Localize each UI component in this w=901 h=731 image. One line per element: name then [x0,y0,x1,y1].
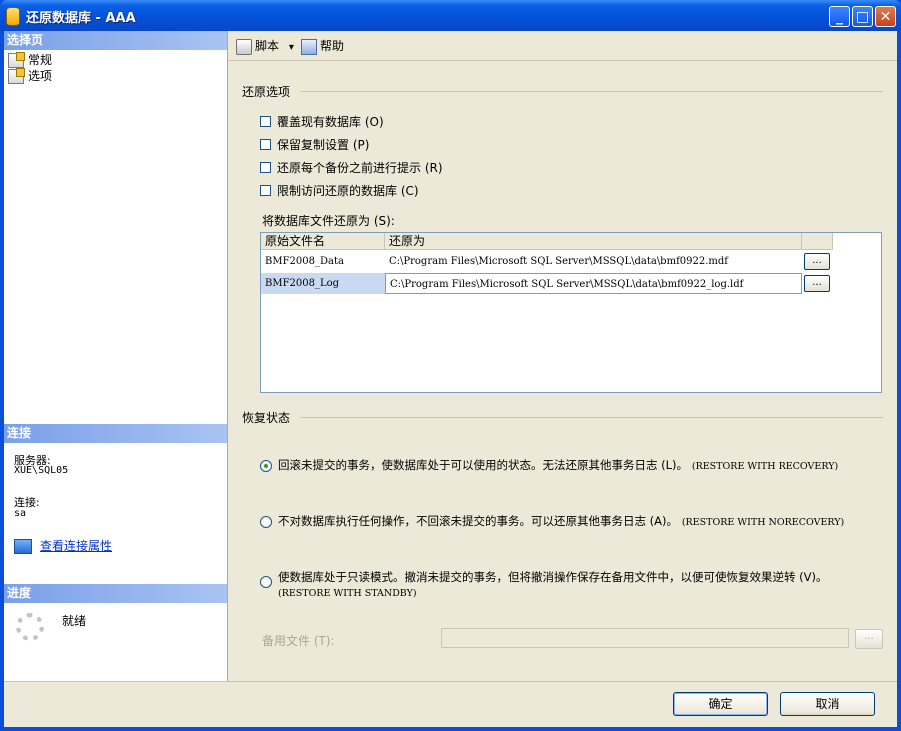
progress-status: 就绪 [62,614,87,628]
restore-options-title: 还原选项 [242,85,291,99]
radio-button[interactable] [260,576,272,588]
progress-header: 进度 [4,584,227,603]
restore-database-window: 还原数据库 - AAA _ □ ✕ 选择页 常规 选项 连接 服务器: XUE\… [0,0,901,731]
checkbox-box[interactable] [260,162,271,173]
script-label: 脚本 [255,39,280,53]
radio-restore-with-standby[interactable]: 使数据库处于只读模式。撤消未提交的事务，但将撤消操作保存在备用文件中，以便可使恢… [260,569,870,599]
option-suffix: (RESTORE WITH STANDBY) [278,588,417,599]
view-properties-link[interactable]: 查看连接属性 [40,539,112,553]
radio-button[interactable] [260,515,272,528]
option-suffix: (RESTORE WITH NORECOVERY) [681,517,845,528]
checkbox-label: 还原每个备份之前进行提示 (R) [277,161,443,175]
window-title: 还原数据库 - AAA [26,11,136,26]
option-text: 不对数据库执行任何操作，不回滚未提交的事务。可以还原其他事务日志 (A)。 [278,514,678,528]
browse-button[interactable]: ... [804,275,830,292]
maximize-button[interactable]: □ [852,6,873,27]
files-label: 将数据库文件还原为 (S): [262,214,395,228]
radio-button[interactable] [260,459,272,472]
browse-button[interactable]: ... [804,253,830,270]
page-icon [8,52,25,68]
standby-file-input[interactable] [441,628,849,648]
cell-restore-path[interactable]: C:\Program Files\Microsoft SQL Server\MS… [385,273,802,294]
chevron-down-icon[interactable]: ▾ [289,42,294,53]
page-icon [8,68,25,84]
connection-header: 连接 [4,424,227,443]
nav-item-label: 选项 [28,69,53,83]
option-text: 使数据库处于只读模式。撤消未提交的事务，但将撤消操作保存在备用文件中，以便可使恢… [278,570,828,584]
toolbar: 脚本 ▾ 帮助 [228,31,897,60]
database-icon [6,7,20,26]
radio-restore-with-recovery[interactable]: 回滚未提交的事务，使数据库处于可以使用的状态。无法还原其他事务日志 (L)。 (… [260,457,838,473]
column-header-original[interactable]: 原始文件名 [261,233,385,250]
dialog-body: 选择页 常规 选项 连接 服务器: XUE\SQL05 连接: sa 查看连接属… [4,31,897,727]
nav-item-options[interactable]: 选项 [8,68,52,84]
checkbox-overwrite[interactable]: 覆盖现有数据库 (O) [260,114,384,130]
radio-restore-with-norecovery[interactable]: 不对数据库执行任何操作，不回滚未提交的事务。可以还原其他事务日志 (A)。 (R… [260,513,844,529]
nav-item-label: 常规 [28,53,53,67]
connection-properties-icon [14,539,32,554]
column-header-browse [802,233,833,250]
option-suffix: (RESTORE WITH RECOVERY) [691,461,839,472]
close-button[interactable]: ✕ [875,6,896,27]
cancel-button[interactable]: 取消 [780,692,875,716]
help-label: 帮助 [320,39,345,53]
toolbar-divider [228,60,897,61]
checkbox-label: 保留复制设置 (P) [277,138,370,152]
progress-spinner-icon [16,613,44,641]
standby-browse-button[interactable]: ... [855,629,883,649]
checkbox-prompt-before-restore[interactable]: 还原每个备份之前进行提示 (R) [260,160,443,176]
option-text: 回滚未提交的事务，使数据库处于可以使用的状态。无法还原其他事务日志 (L)。 [278,458,689,472]
recovery-state-title: 恢复状态 [242,411,291,425]
select-page-header: 选择页 [4,31,227,50]
help-icon [301,38,317,55]
checkbox-restrict-access[interactable]: 限制访问还原的数据库 (C) [260,183,419,199]
cell-restore-path[interactable]: C:\Program Files\Microsoft SQL Server\MS… [385,251,802,272]
ok-button[interactable]: 确定 [673,692,768,716]
checkbox-label: 覆盖现有数据库 (O) [277,115,384,129]
file-grid: 原始文件名 还原为 BMF2008_Data C:\Program Files\… [260,232,882,393]
help-button[interactable]: 帮助 [301,38,345,55]
checkbox-box[interactable] [260,185,271,196]
script-icon [236,38,252,55]
checkbox-box[interactable] [260,139,271,150]
script-button[interactable]: 脚本 ▾ [236,38,294,55]
minimize-button[interactable]: _ [829,6,850,27]
server-value: XUE\SQL05 [14,465,69,476]
standby-file-label: 备用文件 (T): [262,634,335,648]
checkbox-label: 限制访问还原的数据库 (C) [277,184,419,198]
right-pane: 脚本 ▾ 帮助 还原选项 覆盖现有数据库 (O) 保留复制设置 (P) 还原每个… [228,31,897,681]
nav-item-general[interactable]: 常规 [8,52,52,68]
footer-divider [4,681,897,682]
cell-original-file[interactable]: BMF2008_Log [261,273,385,294]
cell-original-file[interactable]: BMF2008_Data [261,251,385,272]
section-divider [300,91,883,92]
checkbox-box[interactable] [260,116,271,127]
column-header-restore-as[interactable]: 还原为 [385,233,802,250]
title-bar[interactable]: 还原数据库 - AAA _ □ ✕ [0,0,901,31]
section-divider [300,417,883,418]
checkbox-keep-replication[interactable]: 保留复制设置 (P) [260,137,369,153]
view-connection-properties[interactable]: 查看连接属性 [14,537,112,554]
left-pane: 选择页 常规 选项 连接 服务器: XUE\SQL05 连接: sa 查看连接属… [4,31,228,681]
connection-value: sa [14,508,27,519]
